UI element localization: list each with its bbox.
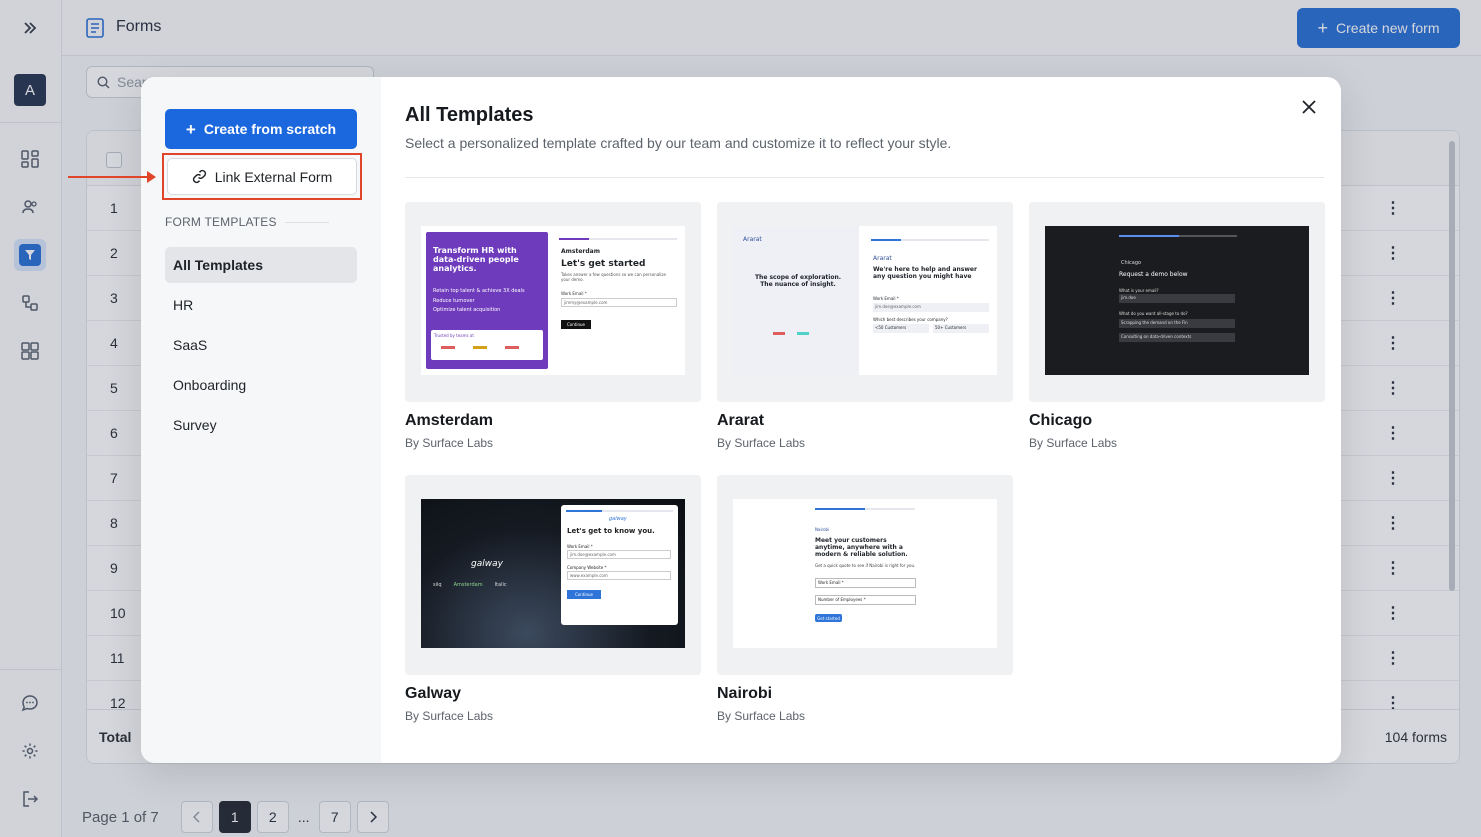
link-external-form-button[interactable]: Link External Form (167, 158, 357, 195)
preview-brand-2: Ararat (873, 255, 892, 262)
preview-form-title: Let's get started (561, 259, 646, 269)
template-picker-modal: + Create from scratch Link External Form… (141, 77, 1341, 763)
template-thumbnail[interactable]: Ararat The scope of exploration. The nua… (717, 202, 1013, 402)
preview-field: jimmy@example.com (561, 298, 677, 307)
template-author: By Surface Labs (717, 436, 806, 450)
preview-field: jim.doe (1119, 294, 1235, 303)
preview-field-label: Work Email * (561, 291, 587, 296)
template-thumbnail[interactable]: galway siiq Amsterdam Italic galway Let'… (405, 475, 701, 675)
heading-rule (284, 221, 329, 223)
preview-logo: Amsterdam (453, 582, 483, 588)
preview-field: Number of Employees * (815, 595, 916, 605)
chicago-preview: Chicago Request a demo below What is you… (1045, 226, 1309, 375)
preview-bullet: Optimize talent acquisition (433, 307, 501, 313)
preview-logos (773, 332, 809, 335)
template-card-amsterdam[interactable]: Transform HR with data-driven people ana… (405, 202, 701, 450)
preview-field: jim.doe@example.com (567, 550, 671, 559)
template-name: Amsterdam (405, 412, 494, 429)
preview-field: www.example.com (567, 571, 671, 580)
preview-form-title: Meet your customers anytime, anywhere wi… (815, 537, 908, 559)
preview-logo: siiq (433, 582, 442, 588)
category-all-templates[interactable]: All Templates (165, 247, 357, 283)
link-icon (192, 169, 206, 184)
form-templates-heading: FORM TEMPLATES (165, 215, 329, 229)
ararat-preview: Ararat The scope of exploration. The nua… (733, 226, 997, 375)
highlight-box: Link External Form (162, 153, 362, 200)
nairobi-preview: Nairobi Meet your customers anytime, any… (733, 499, 997, 648)
preview-question: What do you want all-stage to do? (1119, 311, 1188, 316)
template-author: By Surface Labs (405, 436, 494, 450)
create-from-scratch-label: Create from scratch (203, 121, 337, 137)
template-name: Ararat (717, 412, 765, 429)
template-card-galway[interactable]: galway siiq Amsterdam Italic galway Let'… (405, 475, 701, 723)
template-name: Galway (405, 685, 462, 702)
preview-form-title: Let's get to know you. (567, 527, 655, 535)
preview-bullets: Retain top talent & achieve 3X deals Red… (433, 287, 525, 316)
preview-form-desc: Takes answer a few questions so we can p… (561, 272, 666, 282)
category-saas[interactable]: SaaS (165, 327, 357, 363)
preview-button: Get started (815, 614, 842, 622)
template-thumbnail[interactable]: Nairobi Meet your customers anytime, any… (717, 475, 1013, 675)
preview-field-label: Work Email * (567, 544, 593, 549)
preview-field: jim.doe@example.com (873, 303, 989, 312)
preview-question: Which best describes your company? (873, 317, 948, 322)
preview-form-title: Request a demo below (1119, 271, 1188, 278)
template-author: By Surface Labs (1029, 436, 1118, 450)
link-external-form-label: Link External Form (214, 168, 333, 185)
preview-field-label: Company Website * (567, 565, 607, 570)
preview-option: Scrapping the demand on the Fin (1119, 319, 1235, 328)
preview-brand: Amsterdam (561, 248, 600, 255)
preview-option: Consulting on data-driven contexts (1119, 333, 1235, 342)
galway-preview: galway siiq Amsterdam Italic galway Let'… (421, 499, 685, 648)
close-icon[interactable] (1297, 95, 1321, 119)
preview-button: Continue (561, 320, 591, 329)
create-from-scratch-button[interactable]: + Create from scratch (165, 109, 357, 149)
preview-brand-2: galway (609, 516, 627, 522)
modal-subtitle: Select a personalized template crafted b… (405, 135, 952, 151)
preview-trusted: Trusted by teams at (434, 333, 474, 338)
preview-brand: galway (471, 559, 503, 569)
template-card-ararat[interactable]: Ararat The scope of exploration. The nua… (717, 202, 1013, 450)
preview-brand: Ararat (743, 236, 762, 243)
category-onboarding[interactable]: Onboarding (165, 367, 357, 403)
modal-title: All Templates (405, 104, 534, 126)
preview-option: 50+ Customers (933, 324, 989, 333)
preview-left-title: The scope of exploration. The nuance of … (754, 274, 842, 289)
template-card-chicago[interactable]: Chicago Request a demo below What is you… (1029, 202, 1325, 450)
amsterdam-preview: Transform HR with data-driven people ana… (421, 226, 685, 375)
preview-bullet: Retain top talent & achieve 3X deals (433, 288, 525, 294)
plus-icon: + (185, 119, 196, 139)
preview-button: Continue (567, 590, 601, 599)
preview-logos (441, 346, 519, 349)
preview-brand: Chicago (1121, 260, 1142, 266)
form-templates-heading-text: FORM TEMPLATES (165, 215, 277, 229)
template-author: By Surface Labs (717, 709, 806, 723)
preview-brand: Nairobi (815, 527, 830, 532)
category-survey[interactable]: Survey (165, 407, 357, 443)
template-card-nairobi[interactable]: Nairobi Meet your customers anytime, any… (717, 475, 1013, 723)
category-hr[interactable]: HR (165, 287, 357, 323)
preview-headline: Transform HR with data-driven people ana… (433, 246, 519, 274)
preview-field: Work Email * (815, 578, 916, 588)
annotation-arrow (68, 171, 156, 183)
preview-form-title: We're here to help and answer any questi… (873, 266, 977, 281)
preview-logos: siiq Amsterdam Italic (433, 582, 507, 588)
template-name: Chicago (1029, 412, 1093, 429)
preview-question: What is your email? (1119, 288, 1159, 293)
template-name: Nairobi (717, 685, 773, 702)
preview-option: <50 Customers (873, 324, 929, 333)
modal-divider (405, 177, 1324, 178)
preview-bullet: Reduce turnover (433, 297, 475, 304)
preview-field-label: Work Email * (873, 296, 899, 301)
template-author: By Surface Labs (405, 709, 494, 723)
template-thumbnail[interactable]: Transform HR with data-driven people ana… (405, 202, 701, 402)
preview-desc: Get a quick quote to see if Nairobi is r… (815, 563, 916, 568)
preview-logo: Italic (494, 582, 507, 588)
template-sidebar: + Create from scratch Link External Form… (141, 77, 381, 763)
template-thumbnail[interactable]: Chicago Request a demo below What is you… (1029, 202, 1325, 402)
